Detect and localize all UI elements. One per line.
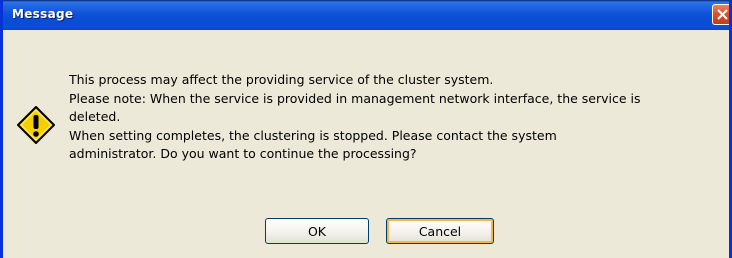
title-bar[interactable]: Message [3,0,729,30]
message-line: deleted. [69,109,121,125]
dialog-title: Message [12,7,74,21]
close-icon [717,9,728,20]
message-line: This process may affect the providing se… [69,72,494,87]
message-line: administrator. Do you want to continue t… [69,146,417,162]
message-dialog: Message This process may affect the prov… [0,0,732,258]
message-line: Please note: When the service is provide… [69,90,641,106]
cancel-button[interactable]: Cancel [386,218,494,244]
message-line: When setting completes, the clustering i… [69,127,557,143]
ok-button[interactable]: OK [265,218,369,244]
close-button[interactable] [712,4,729,25]
message-text: This process may affect the providing se… [69,71,729,164]
warning-icon [17,106,55,144]
